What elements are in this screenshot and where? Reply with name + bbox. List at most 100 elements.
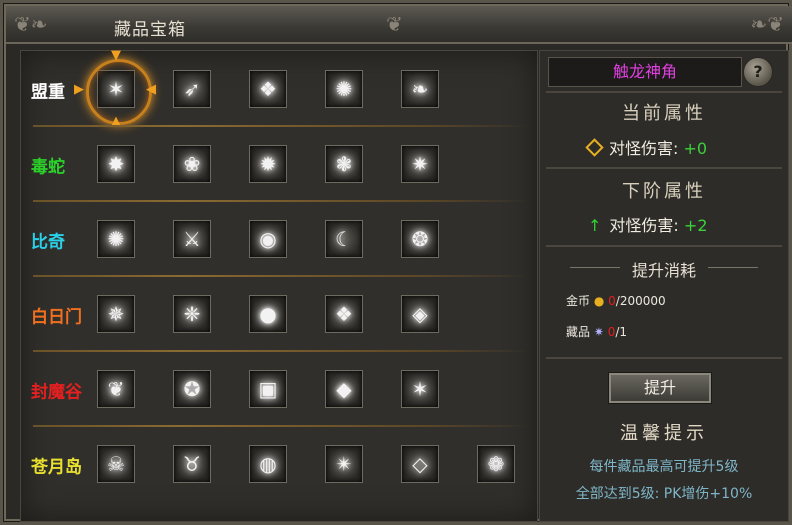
item-icon: ❁ (487, 452, 505, 476)
detail-panel: 触龙神角 ? 当前属性 对怪伤害: +0 下阶属性 ↑ 对怪伤害: +2 提升消耗… (539, 50, 789, 522)
item-icon: ✺ (335, 77, 353, 101)
gold-need: /200000 (615, 294, 666, 308)
current-attr-value: +0 (683, 139, 708, 158)
title-bar: ❦❧ 藏品宝箱 ❦ ❧❦ (6, 6, 792, 44)
collection-slot[interactable]: ❃ (325, 145, 363, 183)
sparkle-icon: ✷ (593, 325, 604, 339)
collection-slot[interactable]: ▼ ▲ ▶ ◀ ✶ (74, 49, 156, 128)
item-icon: ◆ (336, 377, 352, 401)
item-icon: ✪ (183, 377, 201, 401)
collection-slot[interactable]: ✵ (97, 295, 135, 333)
current-attr: 对怪伤害: +0 (585, 135, 708, 159)
cost-title: 提升消耗 (631, 261, 696, 280)
divider (546, 91, 782, 93)
gold-label: 金币 (566, 294, 591, 308)
item-icon: ⚔ (183, 227, 201, 251)
next-attr-label: 对怪伤害: (609, 216, 679, 235)
ornament-right-icon: ❧❦ (750, 12, 784, 36)
collection-slot[interactable]: ➶ (173, 70, 211, 108)
item-cost: 藏品 ✷ 0/1 (566, 323, 627, 340)
collection-slot[interactable]: ❈ (173, 295, 211, 333)
collection-grid: 盟重 ▼ ▲ ▶ ◀ ✶ ➶ ❖ ✺ ❧ 毒蛇 ✸ ❀ ✹ ❃ ✷ 比奇 ✺ ⚔ ◉ ☾ ❂ 白日门 ✵ ❈ ● ❖ ◈ 封魔谷 ❦ ✪ ▣ ◆… (20, 49, 538, 522)
tip-header: 温馨提示 (620, 423, 708, 444)
arrow-up-icon: ↑ (588, 216, 602, 235)
collection-slot[interactable]: ✺ (325, 70, 363, 108)
next-attr-header: 下阶属性 (622, 181, 706, 202)
collection-row: 白日门 ✵ ❈ ● ❖ ◈ (21, 276, 537, 352)
item-icon: ◇ (412, 452, 428, 476)
collection-slot[interactable]: ◆ (325, 370, 363, 408)
collection-slot[interactable]: ❦ (97, 370, 135, 408)
item-icon: ✹ (259, 152, 277, 176)
divider (546, 245, 782, 247)
collection-slot[interactable]: ✴ (325, 445, 363, 483)
item-icon: ✵ (107, 302, 125, 326)
window-title: 藏品宝箱 (114, 20, 186, 40)
collection-slot[interactable]: ❀ (173, 145, 211, 183)
collection-slot[interactable]: ❁ (477, 445, 515, 483)
diamond-icon (585, 138, 604, 157)
next-attr: ↑ 对怪伤害: +2 (588, 212, 708, 236)
treasure-window: ❦❧ 藏品宝箱 ❦ ❧❦ 盟重 ▼ ▲ ▶ ◀ ✶ ➶ ❖ ✺ ❧ 毒蛇 ✸ ❀ ✹ ❃ ✷ 比奇 ✺ ⚔ ◉ ☾ ❂ 白日… (0, 0, 792, 525)
dash-left (570, 267, 620, 268)
collection-slot[interactable]: ❂ (401, 220, 439, 258)
collection-slot[interactable]: ⚔ (173, 220, 211, 258)
gold-have: 0 (608, 294, 616, 308)
next-attr-value: +2 (683, 216, 708, 235)
collection-slot[interactable]: ❧ (401, 70, 439, 108)
gold-cost: 金币 ● 0/200000 (566, 292, 666, 309)
collection-row: 比奇 ✺ ⚔ ◉ ☾ ❂ (21, 201, 537, 277)
collection-slot[interactable]: ✷ (401, 145, 439, 183)
ornament-left-icon: ❦❧ (14, 12, 48, 36)
collection-slot[interactable]: ◇ (401, 445, 439, 483)
collection-slot[interactable]: ● (249, 295, 287, 333)
collection-slot[interactable]: ▣ (249, 370, 287, 408)
collection-slot[interactable]: ✶ (401, 370, 439, 408)
row-name: 封魔谷 (31, 382, 82, 403)
collection-row: 封魔谷 ❦ ✪ ▣ ◆ ✶ (21, 351, 537, 427)
item-icon: ✷ (411, 152, 429, 176)
collection-slot[interactable]: ✺ (97, 220, 135, 258)
row-name: 毒蛇 (31, 157, 65, 178)
item-icon: ❖ (259, 77, 277, 101)
item-icon: ❦ (107, 377, 125, 401)
item-icon: ♉ (183, 452, 201, 476)
collection-slot[interactable]: ✸ (97, 145, 135, 183)
item-icon: ✺ (107, 227, 125, 251)
item-icon: ◉ (259, 227, 277, 251)
item-icon: ✶ (411, 377, 429, 401)
collection-slot[interactable]: ✹ (249, 145, 287, 183)
selection-arrow-icon: ▶ (74, 82, 84, 97)
row-name: 盟重 (31, 82, 65, 103)
cost-header: 提升消耗 (540, 257, 788, 281)
collection-slot[interactable]: ✪ (173, 370, 211, 408)
question-icon: ? (753, 62, 763, 81)
collection-slot[interactable]: ☠ (97, 445, 135, 483)
collection-slot[interactable]: ♉ (173, 445, 211, 483)
item-icon: ❈ (183, 302, 201, 326)
help-button[interactable]: ? (743, 57, 773, 87)
item-icon: ❂ (411, 227, 429, 251)
collection-slot[interactable]: ❖ (325, 295, 363, 333)
ornament-center-icon: ❦ (386, 12, 403, 36)
tip-line-1: 每件藏品最高可提升5级 (589, 459, 739, 475)
collection-slot[interactable]: ❖ (249, 70, 287, 108)
upgrade-button[interactable]: 提升 (609, 373, 711, 403)
collection-slot[interactable]: ◈ (401, 295, 439, 333)
collection-row: 毒蛇 ✸ ❀ ✹ ❃ ✷ (21, 126, 537, 202)
item-icon: ● (259, 302, 277, 326)
item-icon: ❖ (335, 302, 353, 326)
item-need: /1 (615, 325, 628, 339)
collection-slot[interactable]: ◉ (249, 220, 287, 258)
collection-slot[interactable]: ◍ (249, 445, 287, 483)
row-name: 苍月岛 (31, 457, 82, 478)
item-icon: ➶ (183, 77, 201, 101)
collection-slot[interactable]: ☾ (325, 220, 363, 258)
item-icon: ✴ (335, 452, 353, 476)
item-icon: ❀ (183, 152, 201, 176)
item-label: 藏品 (566, 325, 591, 339)
item-icon: ☾ (335, 227, 353, 251)
row-name: 比奇 (31, 232, 65, 253)
item-icon: ❃ (335, 152, 353, 176)
item-icon: ◈ (412, 302, 428, 326)
